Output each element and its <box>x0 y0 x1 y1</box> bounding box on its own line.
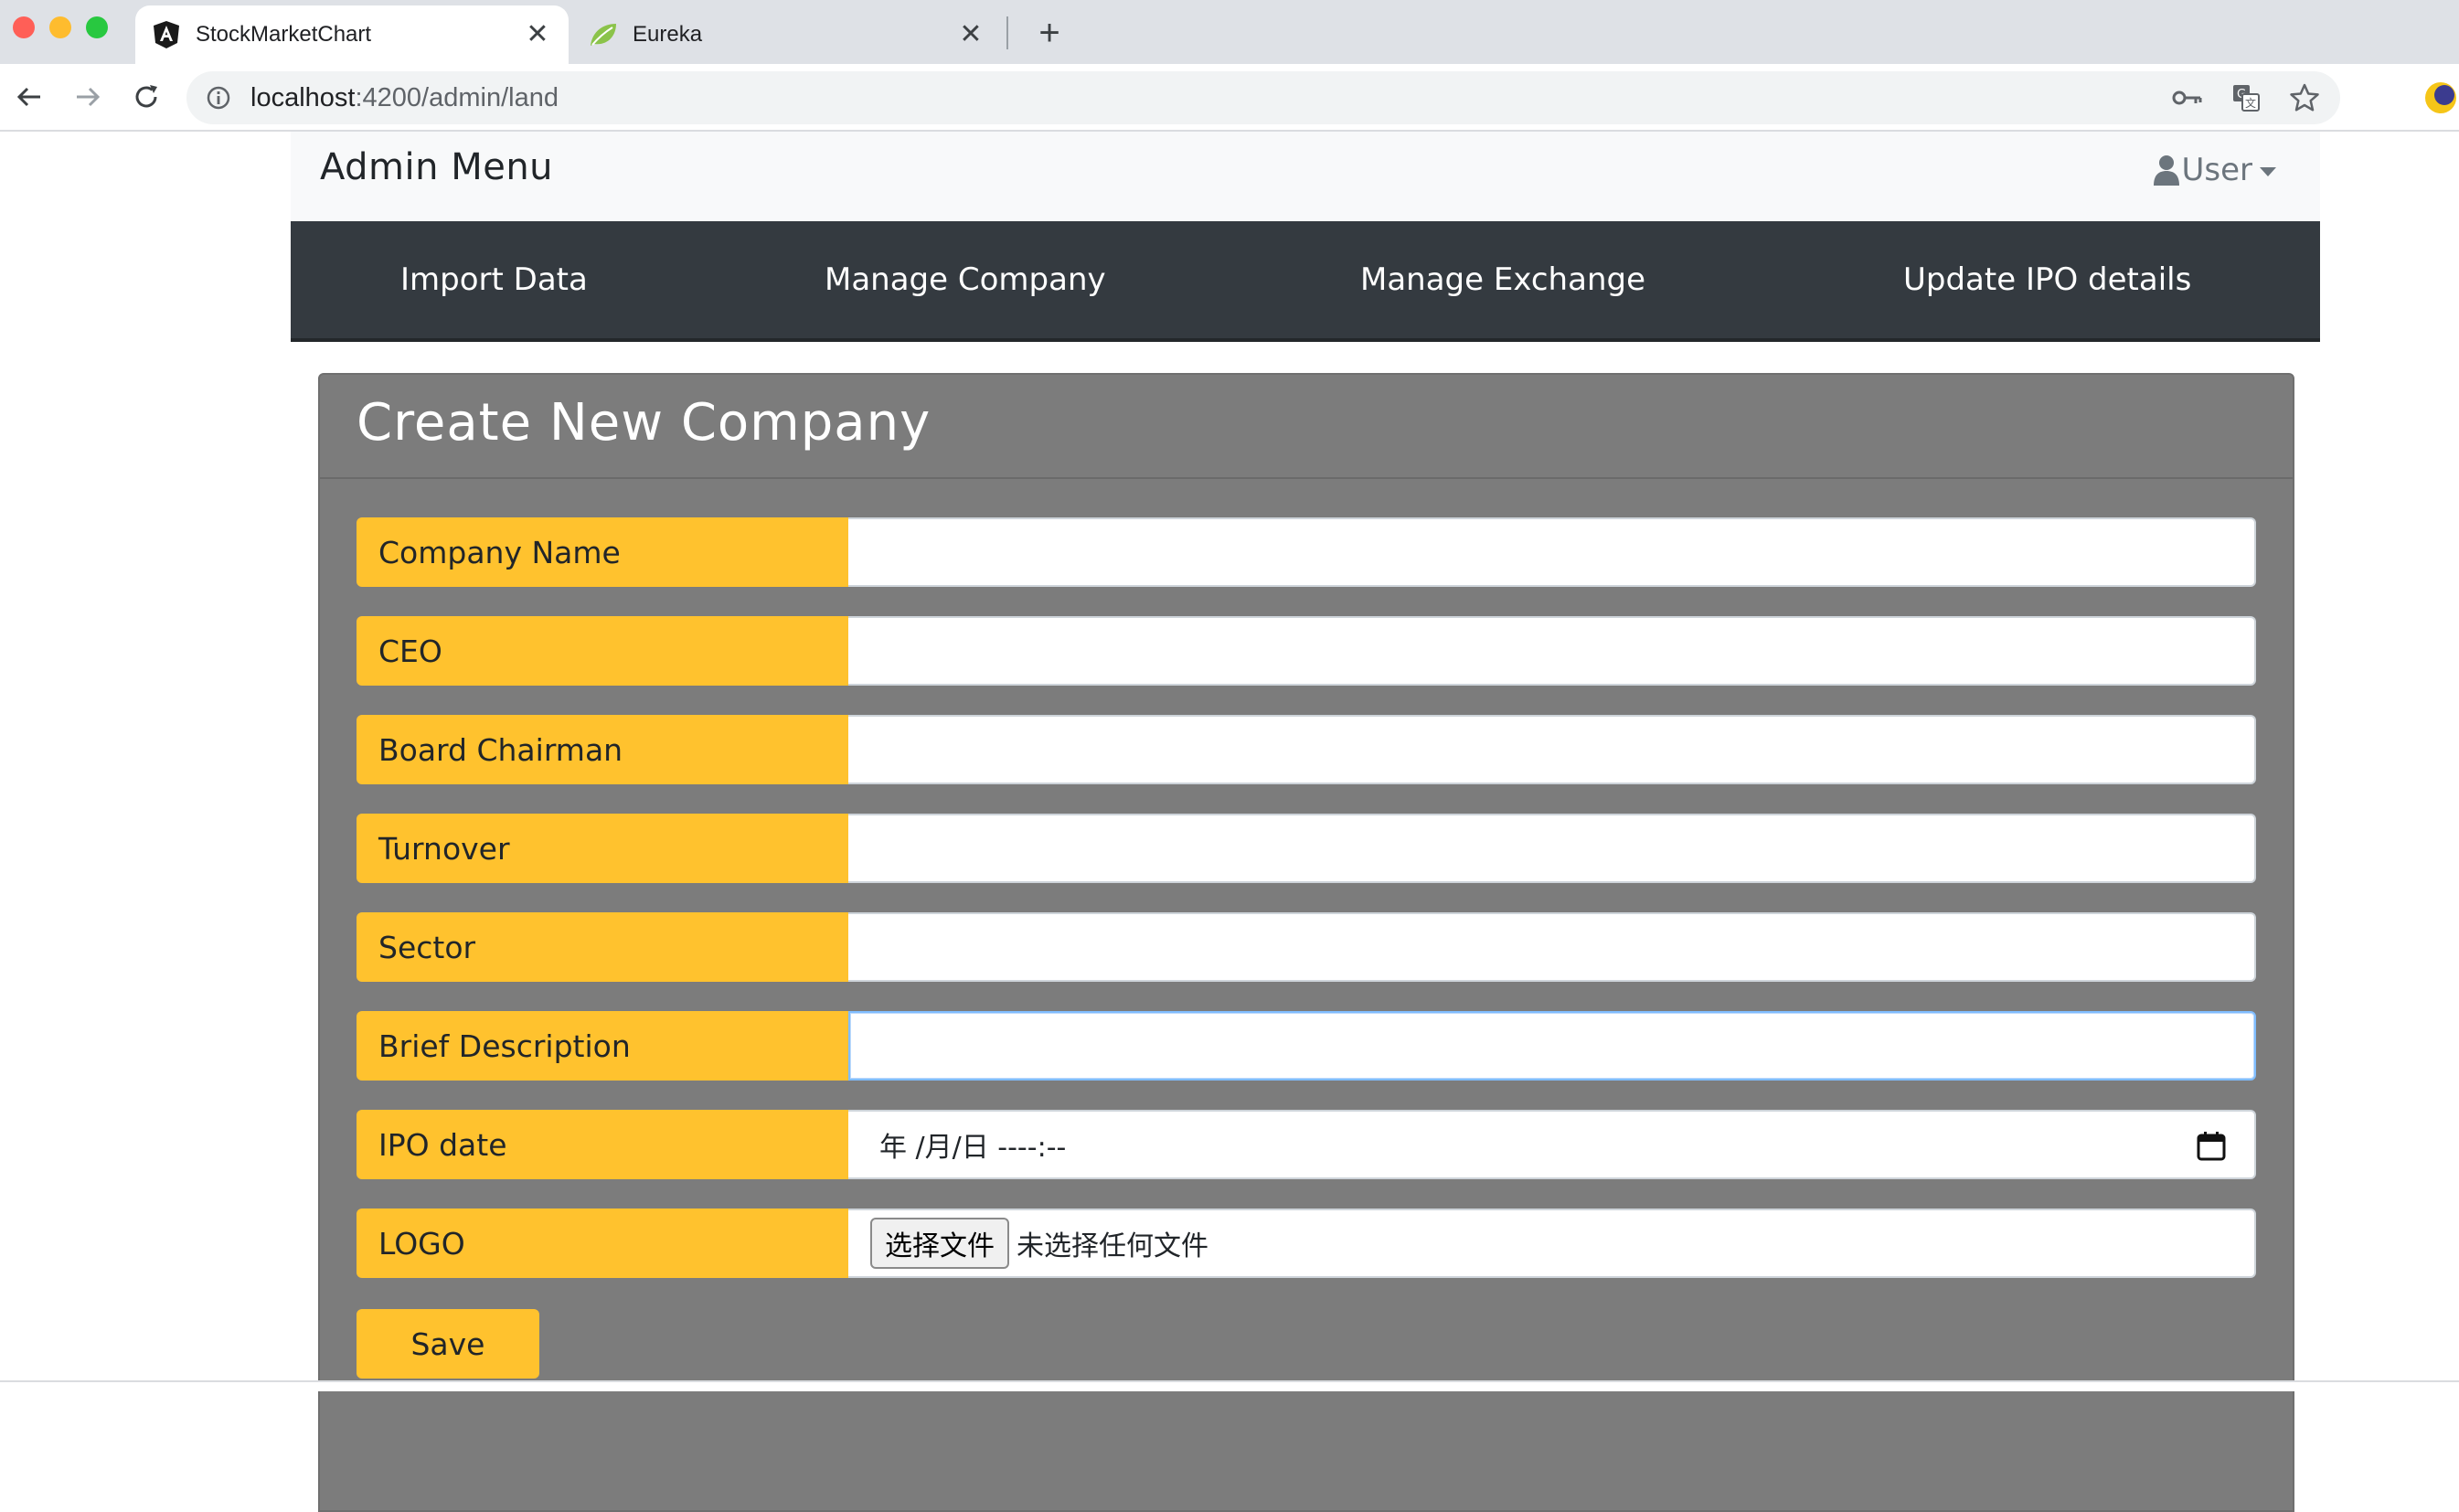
browser-tab-stockmarketchart[interactable]: StockMarketChart ✕ <box>135 5 569 64</box>
window-bottom-edge <box>0 1380 2459 1391</box>
company-name-row: Company Name <box>357 517 2256 587</box>
browser-tab-bar: StockMarketChart ✕ Eureka ✕ + <box>0 0 2459 64</box>
ceo-row: CEO <box>357 616 2256 686</box>
window-minimize-button[interactable] <box>49 16 71 38</box>
user-label: User <box>2181 152 2253 188</box>
ceo-input[interactable] <box>848 616 2256 686</box>
spring-leaf-icon <box>589 20 618 49</box>
tab-title: Eureka <box>633 22 703 47</box>
angular-icon <box>152 20 181 49</box>
user-dropdown[interactable]: User <box>2153 152 2276 188</box>
chevron-down-icon <box>2260 167 2276 176</box>
file-status-text: 未选择任何文件 <box>1017 1230 1208 1262</box>
user-icon <box>2153 155 2179 186</box>
extension-moon-icon[interactable] <box>2422 80 2459 116</box>
logo-file-input: 选择文件 未选择任何文件 <box>848 1209 2256 1278</box>
card-header: Create New Company <box>320 375 2293 479</box>
url-host: localhost <box>250 82 356 112</box>
bookmark-star-icon[interactable] <box>2285 79 2324 117</box>
svg-text:文: 文 <box>2245 96 2256 110</box>
ipo-date-placeholder: 年 /月/日 --‐‐:‐‐ <box>879 1132 1067 1164</box>
brief-description-label: Brief Description <box>357 1011 848 1081</box>
sector-label: Sector <box>357 912 848 982</box>
choose-file-button[interactable]: 选择文件 <box>870 1218 1009 1269</box>
board-chairman-row: Board Chairman <box>357 715 2256 784</box>
window-close-button[interactable] <box>13 16 35 38</box>
sector-row: Sector <box>357 912 2256 982</box>
address-bar[interactable]: localhost:4200/admin/land G文 <box>186 71 2340 124</box>
translate-icon[interactable]: G文 <box>2227 79 2265 117</box>
browser-tab-eureka[interactable]: Eureka ✕ <box>572 5 1002 64</box>
ipo-date-label: IPO date <box>357 1110 848 1179</box>
turnover-label: Turnover <box>357 814 848 883</box>
ipo-date-input[interactable]: 年 /月/日 --‐‐:‐‐ <box>848 1110 2256 1179</box>
url-text: localhost:4200/admin/land <box>250 83 559 113</box>
new-tab-button[interactable]: + <box>1031 13 1068 53</box>
page-content: Admin Menu User Import Data Manage Compa… <box>0 132 2459 1512</box>
company-name-label: Company Name <box>357 517 848 587</box>
ipo-date-row: IPO date 年 /月/日 --‐‐:‐‐ <box>357 1110 2256 1179</box>
brief-description-row: Brief Description <box>357 1011 2256 1081</box>
sector-input[interactable] <box>848 912 2256 982</box>
info-icon[interactable] <box>205 84 232 112</box>
reload-icon[interactable] <box>126 77 166 117</box>
admin-nav-bar: Import Data Manage Company Manage Exchan… <box>291 221 2320 342</box>
board-chairman-label: Board Chairman <box>357 715 848 784</box>
logo-row: LOGO 选择文件 未选择任何文件 <box>357 1209 2256 1278</box>
logo-label: LOGO <box>357 1209 848 1278</box>
close-tab-icon[interactable]: ✕ <box>521 18 554 51</box>
save-button[interactable]: Save <box>357 1309 539 1379</box>
nav-item-import-data[interactable]: Import Data <box>400 221 588 338</box>
browser-toolbar: localhost:4200/admin/land G文 <box>0 64 2459 132</box>
company-name-input[interactable] <box>848 517 2256 587</box>
key-icon[interactable] <box>2168 79 2207 117</box>
brief-description-input[interactable] <box>848 1011 2256 1081</box>
url-path: :4200/admin/land <box>355 82 559 112</box>
card-title: Create New Company <box>357 393 931 453</box>
create-company-card: Create New Company Company Name CEO Boar… <box>318 373 2294 1512</box>
turnover-row: Turnover <box>357 814 2256 883</box>
tab-separator <box>1006 16 1008 49</box>
nav-item-manage-company[interactable]: Manage Company <box>825 221 1106 338</box>
admin-menu-brand[interactable]: Admin Menu <box>320 146 553 188</box>
close-tab-icon[interactable]: ✕ <box>954 18 987 51</box>
calendar-icon[interactable] <box>2196 1130 2227 1161</box>
nav-item-manage-exchange[interactable]: Manage Exchange <box>1360 221 1645 338</box>
forward-arrow-icon[interactable] <box>68 77 108 117</box>
ceo-label: CEO <box>357 616 848 686</box>
board-chairman-input[interactable] <box>848 715 2256 784</box>
tab-title: StockMarketChart <box>196 22 372 47</box>
turnover-input[interactable] <box>848 814 2256 883</box>
nav-item-update-ipo[interactable]: Update IPO details <box>1903 221 2191 338</box>
back-arrow-icon[interactable] <box>9 77 49 117</box>
admin-header: Admin Menu User <box>291 132 2320 221</box>
window-maximize-button[interactable] <box>86 16 108 38</box>
